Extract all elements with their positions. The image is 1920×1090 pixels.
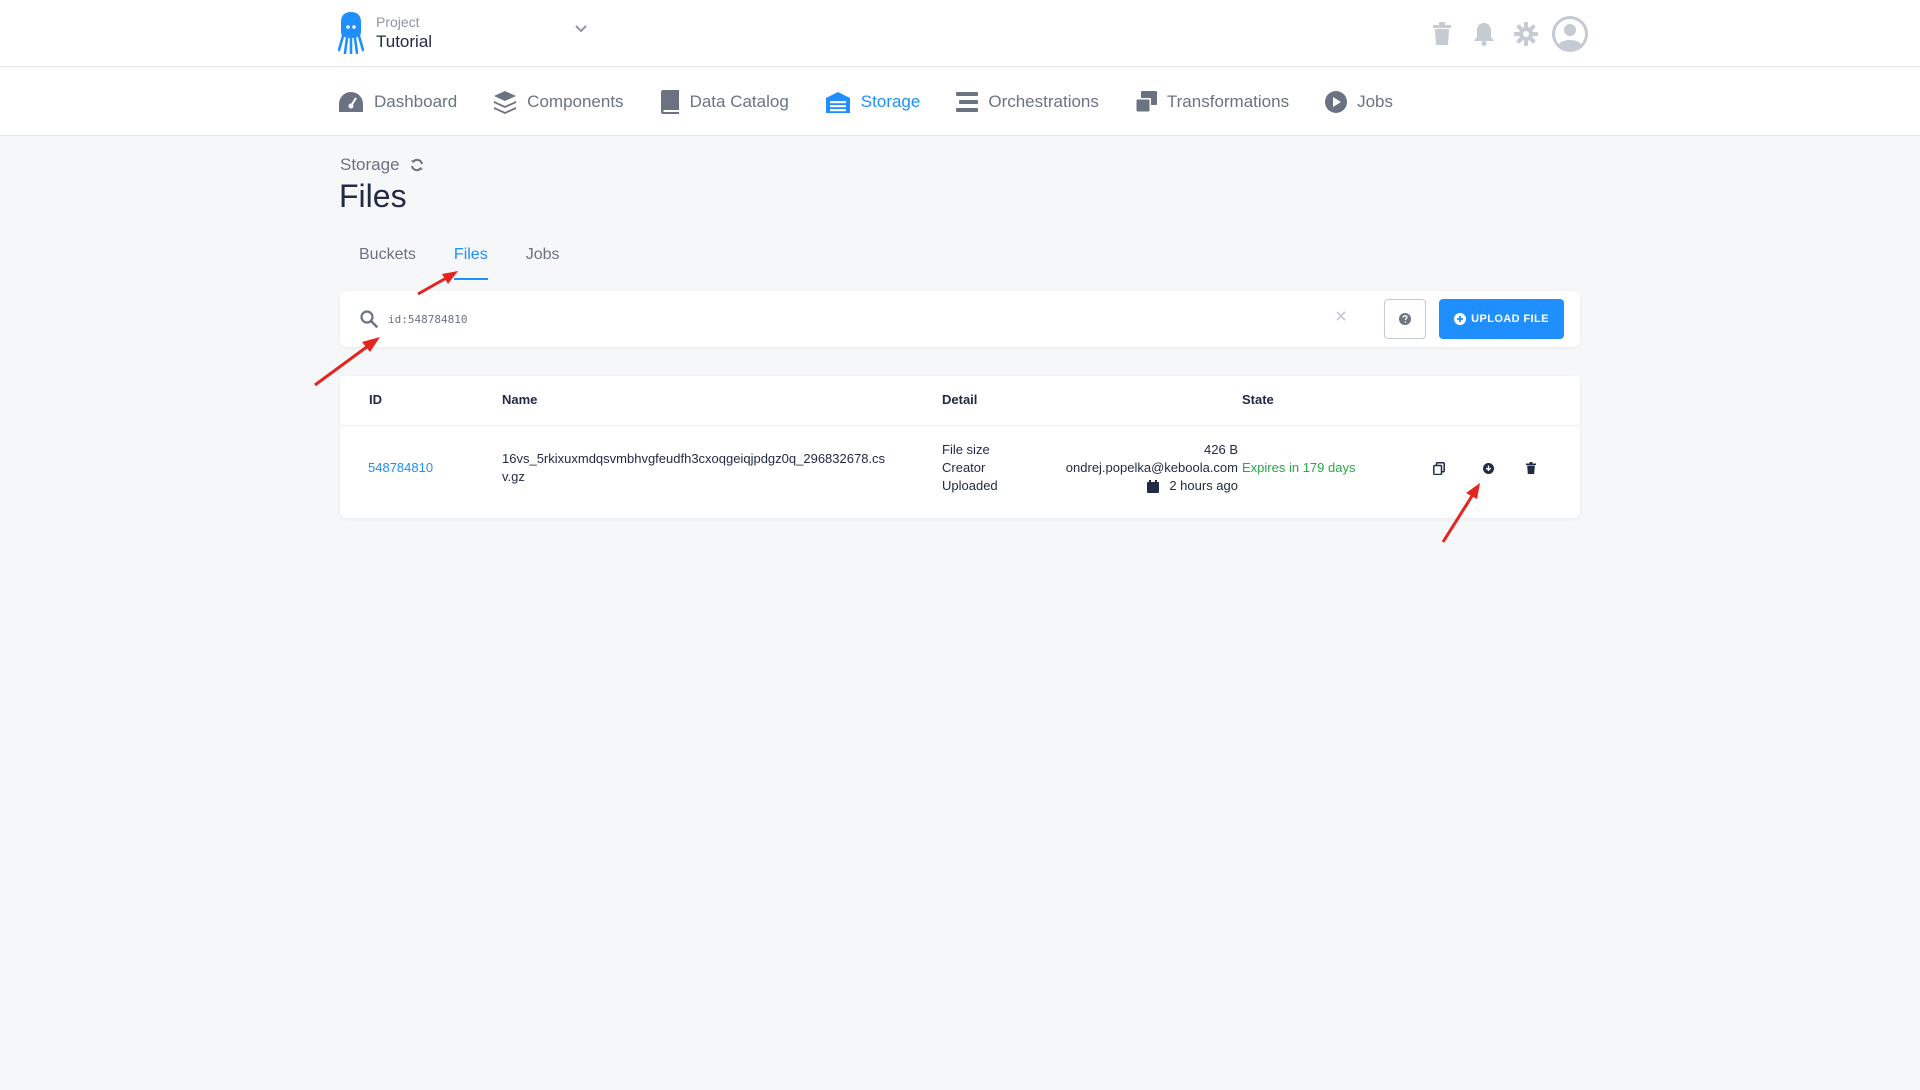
windows-icon: [1134, 91, 1157, 113]
status-badge: Expires in 179 days: [1242, 460, 1356, 475]
book-icon: [660, 90, 679, 114]
delete-button[interactable]: [1521, 458, 1541, 478]
file-id-link[interactable]: 548784810: [368, 460, 433, 475]
plus-circle-icon: [1454, 313, 1467, 325]
question-circle-icon: [1399, 313, 1411, 325]
annotation-arrows: [314, 271, 1480, 543]
column-header-name: Name: [502, 392, 538, 407]
file-name-line: 16vs_5rkixuxmdqsvmbhvgfeudfh3cxoqgeiqjpd…: [502, 451, 886, 466]
nav-item-label: Storage: [860, 92, 921, 111]
bell-icon: [1474, 23, 1494, 46]
help-button[interactable]: [1384, 299, 1426, 339]
file-size-value: 426 B: [1204, 442, 1238, 457]
nav-item-label: Jobs: [1357, 92, 1393, 111]
settings-button[interactable]: [1512, 20, 1540, 48]
download-circle-icon: [1482, 462, 1494, 474]
upload-file-label: UPLOAD FILE: [1471, 313, 1549, 325]
dashboard-icon: [339, 92, 363, 112]
copy-button[interactable]: [1429, 458, 1449, 478]
column-header-state: State: [1242, 392, 1274, 407]
nav-item-label: Dashboard: [374, 92, 458, 111]
detail-label-uploaded: Uploaded: [942, 478, 998, 493]
search-icon: [360, 310, 378, 328]
layers-icon: [494, 91, 517, 114]
nav-item-label: Transformations: [1166, 92, 1290, 111]
project-switcher[interactable]: Project Tutorial: [338, 12, 432, 54]
notifications-button[interactable]: [1470, 20, 1498, 48]
file-name-line: v.gz: [502, 469, 525, 484]
calendar-icon: [1147, 479, 1160, 493]
breadcrumb: Storage: [340, 155, 424, 175]
tab-buckets[interactable]: Buckets: [359, 246, 416, 280]
creator-value: ondrej.popelka@keboola.com: [1065, 460, 1238, 475]
nav-item-orchestrations[interactable]: Orchestrations: [956, 91, 1099, 113]
column-header-id: ID: [369, 392, 382, 407]
trash-icon: [1433, 22, 1451, 45]
nav-item-label: Orchestrations: [988, 92, 1099, 111]
files-table: ID Name Detail State 548784810 16vs_5rki…: [340, 376, 1580, 518]
nav-item-storage[interactable]: Storage: [825, 91, 921, 113]
octopus-logo-icon: [338, 12, 364, 54]
gear-icon: [1514, 22, 1538, 46]
page-title: Files: [339, 178, 407, 214]
upload-file-button[interactable]: UPLOAD FILE: [1439, 299, 1564, 339]
play-icon: [1325, 91, 1348, 113]
chevron-down-icon[interactable]: [574, 24, 588, 34]
table-header-divider: [340, 425, 1580, 426]
top-bar: Project Tutorial: [0, 0, 1920, 67]
tab-jobs[interactable]: Jobs: [526, 246, 560, 280]
nav-item-label: Data Catalog: [689, 92, 789, 111]
main-nav: Dashboard Components Data Catalog Storag…: [0, 68, 1920, 136]
breadcrumb-storage[interactable]: Storage: [340, 155, 400, 175]
refresh-icon[interactable]: [410, 158, 424, 172]
project-name: Tutorial: [376, 32, 433, 51]
tab-files[interactable]: Files: [453, 246, 488, 280]
nav-item-data-catalog[interactable]: Data Catalog: [660, 90, 789, 114]
download-button[interactable]: [1478, 458, 1498, 478]
column-header-detail: Detail: [942, 392, 978, 407]
user-icon: [1552, 16, 1588, 52]
nav-item-transformations[interactable]: Transformations: [1134, 91, 1290, 113]
detail-label-creator: Creator: [942, 460, 986, 475]
trash-button[interactable]: [1428, 20, 1456, 48]
avatar[interactable]: [1552, 16, 1588, 52]
detail-labels: File size Creator Uploaded: [942, 441, 998, 495]
nav-item-components[interactable]: Components: [493, 90, 624, 114]
close-icon[interactable]: [1336, 311, 1346, 321]
trash-icon: [1526, 462, 1536, 474]
nav-item-jobs[interactable]: Jobs: [1325, 91, 1393, 113]
detail-label-file-size: File size: [942, 442, 990, 457]
storage-icon: [825, 92, 850, 113]
nav-item-label: Components: [527, 92, 624, 111]
nav-item-dashboard[interactable]: Dashboard: [338, 91, 457, 113]
search-input[interactable]: [388, 305, 1288, 333]
detail-values: 426 B ondrej.popelka@keboola.com 2 hours…: [1020, 441, 1238, 495]
uploaded-value: 2 hours ago: [1169, 478, 1238, 493]
copy-icon: [1433, 461, 1445, 475]
bars-icon: [956, 92, 979, 112]
storage-tabs: Buckets Files Jobs: [359, 246, 598, 280]
project-label: Project: [376, 14, 420, 30]
search-bar: UPLOAD FILE: [340, 291, 1580, 347]
file-name: 16vs_5rkixuxmdqsvmbhvgfeudfh3cxoqgeiqjpd…: [502, 450, 885, 486]
